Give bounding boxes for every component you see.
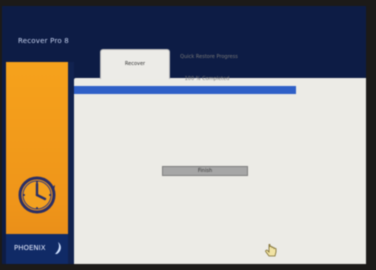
sidebar: PHOENIX [6, 62, 74, 264]
brand-logo-text: PHOENIX [14, 244, 46, 252]
app-title: Recover Pro 8 [18, 37, 69, 45]
progress-bar-fill [74, 86, 296, 94]
finish-button[interactable]: Finish [162, 166, 248, 176]
progress-heading: Quick Restore Progress [180, 54, 238, 60]
progress-bar [74, 86, 296, 94]
screen: Recover Pro 8 PHOENIX Recover Quick Rest… [2, 6, 366, 264]
phoenix-logo-icon [55, 242, 61, 254]
logo-band: PHOENIX [6, 234, 68, 264]
hand-cursor-icon [265, 244, 277, 257]
progress-percent-text: 100 % Completed [184, 76, 230, 82]
clock-icon [18, 176, 56, 214]
tab-recover-label: Recover [124, 61, 146, 67]
